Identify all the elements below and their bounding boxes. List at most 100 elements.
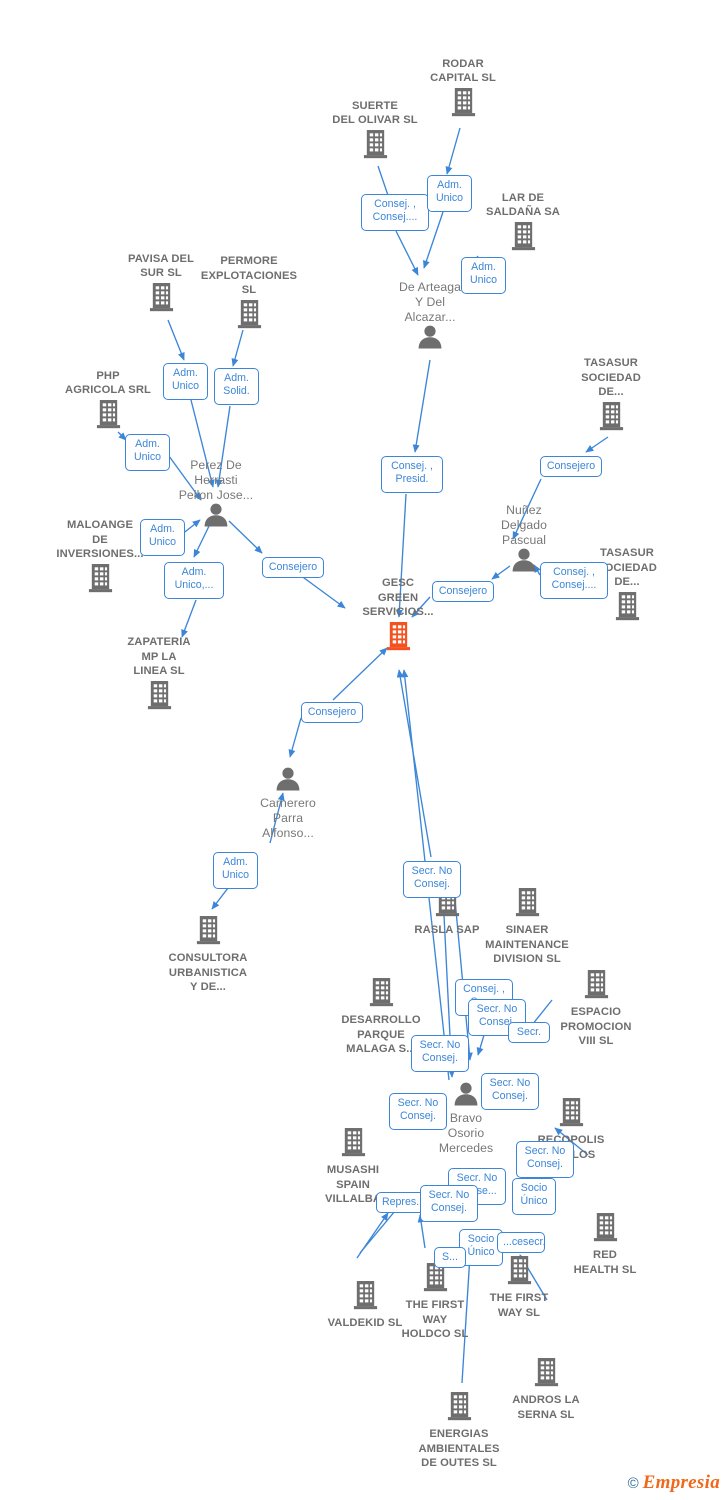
person-icon-carnerero[interactable] — [275, 767, 301, 796]
building-icon-espacio[interactable] — [583, 969, 610, 1004]
relation-label-l13[interactable]: Consejero — [432, 581, 494, 603]
node-sinaer[interactable]: SINAER MAINTENANCE DIVISION SL — [467, 886, 587, 967]
person-icon-arteaga[interactable] — [417, 325, 443, 354]
building-glyph — [237, 299, 261, 329]
node-permore[interactable]: PERMORE EXPLOTACIONES SL — [189, 254, 309, 334]
node-carnerero[interactable]: Carnerero Parra Alfonso... — [228, 767, 348, 841]
relation-label-l19[interactable]: Secr. — [508, 1022, 550, 1044]
building-icon-energias[interactable] — [446, 1391, 473, 1426]
building-glyph — [88, 563, 112, 593]
building-icon-maloange[interactable] — [87, 563, 114, 598]
relation-label-l16[interactable]: Secr. No Consej. — [403, 861, 461, 898]
node-php[interactable]: PHP AGRICOLA SRL — [48, 369, 168, 434]
relation-label-l2[interactable]: Adm. Unico — [427, 175, 472, 212]
building-glyph — [599, 401, 623, 431]
edge-rodar-to-arteaga — [445, 127, 461, 175]
relation-label-l6[interactable]: Adm. Unico — [125, 434, 170, 471]
building-icon-permore[interactable] — [236, 299, 263, 334]
building-icon-musashi[interactable] — [340, 1127, 367, 1162]
edge-suerte-to-arteaga — [395, 230, 419, 276]
edge-zapateria-to-perez — [181, 599, 197, 638]
relation-label-l1[interactable]: Consej. , Consej.... — [361, 194, 429, 231]
building-glyph — [447, 1392, 471, 1421]
building-icon-andros[interactable] — [533, 1357, 560, 1392]
node-zapateria[interactable]: ZAPATERIA MP LA LINEA SL — [99, 635, 219, 715]
building-icon-gesc[interactable] — [385, 621, 412, 656]
relation-label-l22[interactable]: Secr. No Consej. — [389, 1093, 447, 1130]
node-label-carnerero: Carnerero Parra Alfonso... — [260, 796, 316, 840]
relation-label-l5[interactable]: Adm. Solid. — [214, 368, 259, 405]
copyright-icon: © — [627, 1474, 639, 1492]
edge-gesc-to-bravo — [396, 669, 432, 858]
edge-arteaga-to-gesc — [412, 359, 431, 453]
relation-label-l20[interactable]: Secr. No Consej. — [411, 1035, 469, 1072]
relation-label-l9[interactable]: Consejero — [262, 557, 324, 579]
building-icon-suerte[interactable] — [362, 129, 389, 164]
building-glyph — [196, 916, 220, 945]
building-glyph — [534, 1358, 558, 1387]
edge-tasasur1-to-nunez — [585, 436, 609, 453]
building-icon-rodar[interactable] — [450, 87, 477, 122]
node-label-lar: LAR DE SALDAÑA SA — [486, 191, 560, 219]
building-glyph — [507, 1256, 531, 1285]
relation-label-l12[interactable]: Consej. , Consej.... — [540, 562, 608, 599]
building-icon-sinaer[interactable] — [514, 887, 541, 922]
node-espacio[interactable]: ESPACIO PROMOCION VIII SL — [536, 968, 656, 1049]
watermark: © Empresia — [628, 1472, 720, 1494]
relation-label-l11[interactable]: Consejero — [540, 456, 602, 478]
node-valdekid[interactable]: VALDEKID SL — [305, 1279, 425, 1331]
person-glyph — [418, 325, 442, 349]
relation-label-l4[interactable]: Adm. Unico — [163, 363, 208, 400]
relation-label-l26[interactable]: Repres... — [376, 1192, 426, 1214]
building-glyph — [386, 621, 410, 651]
person-glyph — [204, 503, 228, 527]
relation-label-l10[interactable]: Consej. , Presid. — [381, 456, 443, 493]
relation-label-l30[interactable]: S... — [434, 1247, 466, 1269]
node-energias[interactable]: ENERGIAS AMBIENTALES DE OUTES SL — [399, 1390, 519, 1471]
relation-label-l25[interactable]: Socio Único — [512, 1178, 556, 1215]
building-icon-lar[interactable] — [510, 221, 537, 256]
building-glyph — [511, 222, 535, 251]
person-glyph — [454, 1082, 478, 1106]
building-glyph — [341, 1128, 365, 1157]
person-icon-nunez[interactable] — [511, 548, 537, 577]
node-lar[interactable]: LAR DE SALDAÑA SA — [463, 191, 583, 256]
edge-pavisa-to-perez — [167, 319, 185, 361]
building-icon-zapateria[interactable] — [146, 680, 173, 715]
building-glyph — [615, 591, 639, 621]
relation-label-l29[interactable]: ...cesecr. — [497, 1232, 545, 1254]
relation-label-l27[interactable]: Secr. No Consej. — [420, 1185, 478, 1222]
node-label-consultora: CONSULTORA URBANISTICA Y DE... — [168, 952, 248, 994]
node-suerte[interactable]: SUERTE DEL OLIVAR SL — [315, 99, 435, 164]
edge-valdekid-to-bravo — [356, 1212, 389, 1259]
building-icon-php[interactable] — [95, 399, 122, 434]
building-glyph — [369, 978, 393, 1007]
relation-label-l14[interactable]: Consejero — [301, 702, 363, 724]
building-glyph — [149, 283, 173, 312]
person-icon-perez[interactable] — [203, 503, 229, 532]
building-glyph — [515, 888, 539, 917]
building-icon-pavisa[interactable] — [148, 282, 175, 317]
node-tasasur1[interactable]: TASASUR SOCIEDAD DE... — [551, 356, 671, 436]
relation-label-l21[interactable]: Secr. No Consej. — [481, 1073, 539, 1110]
building-icon-tasasur2[interactable] — [614, 591, 641, 626]
building-icon-desarrollo[interactable] — [368, 977, 395, 1012]
relation-label-l15[interactable]: Adm. Unico — [213, 852, 258, 889]
building-glyph — [363, 130, 387, 159]
edge-gesc-to-carnerero — [288, 717, 302, 758]
person-icon-bravo[interactable] — [453, 1082, 479, 1111]
relation-label-l8[interactable]: Adm. Unico,... — [164, 562, 224, 599]
building-glyph — [451, 88, 475, 117]
building-icon-redhealth[interactable] — [592, 1212, 619, 1247]
node-label-valdekid: VALDEKID SL — [327, 1317, 403, 1329]
relation-label-l3[interactable]: Adm. Unico — [461, 257, 506, 294]
building-icon-firstwaysl[interactable] — [506, 1255, 533, 1290]
node-label-espacio: ESPACIO PROMOCION VIII SL — [560, 1006, 632, 1048]
building-icon-tasasur1[interactable] — [598, 401, 625, 436]
node-consultora[interactable]: CONSULTORA URBANISTICA Y DE... — [148, 914, 268, 995]
relation-label-l23[interactable]: Secr. No Consej. — [516, 1141, 574, 1178]
building-icon-valdekid[interactable] — [352, 1280, 379, 1315]
building-icon-recopolis[interactable] — [558, 1097, 585, 1132]
building-icon-consultora[interactable] — [195, 915, 222, 950]
relation-label-l7[interactable]: Adm. Unico — [140, 519, 185, 556]
